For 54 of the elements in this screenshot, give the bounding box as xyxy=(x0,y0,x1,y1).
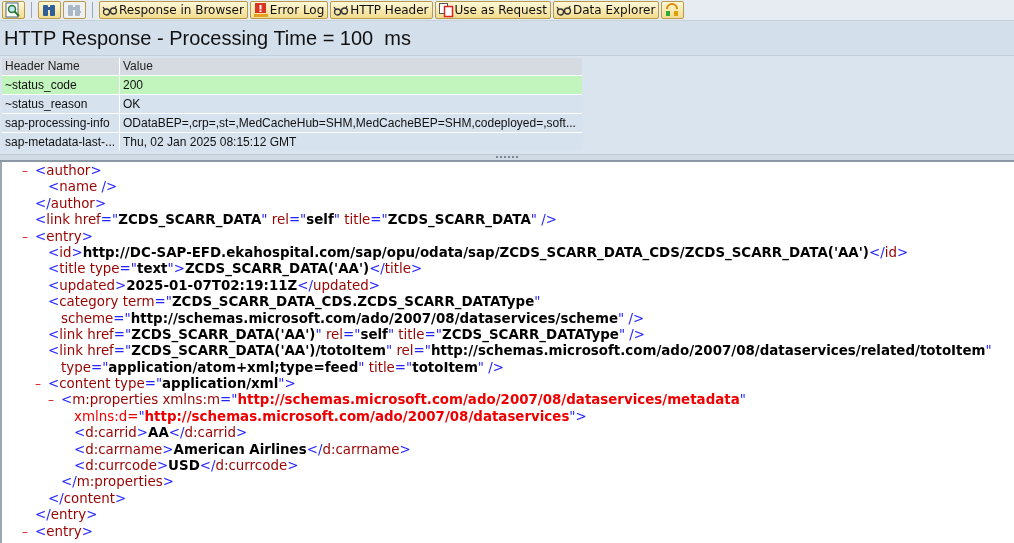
xml-line: scheme="http://schemas.microsoft.com/ado/2007/08/dataservices/scheme" /> xyxy=(61,310,645,327)
xml-line: <entry> xyxy=(35,523,93,540)
xml-line: </entry> xyxy=(35,507,98,524)
xml-line: <name /> xyxy=(48,179,118,196)
table-cell[interactable]: Thu, 02 Jan 2025 08:15:12 GMT xyxy=(120,133,582,151)
copy-icon xyxy=(437,2,454,18)
column-header: Value xyxy=(120,58,582,75)
binoculars-icon xyxy=(41,2,57,18)
xml-line: </m:properties> xyxy=(61,474,174,491)
xml-line: <id>http://DC-SAP-EFD.ekahospital.com/sap/opu/odata/sap/ZCDS_SCARR_DATA_CDS/ZCDS_SCARR_DATA('AA')</id> xyxy=(48,244,909,262)
xml-line: <title type="text">ZCDS_SCARR_DATA('AA')</title> xyxy=(48,261,423,278)
column-header: Header Name xyxy=(2,58,119,75)
xml-line: <d:currcode>USD</d:currcode> xyxy=(74,458,299,475)
table-cell[interactable]: ODataBEP=,crp=,st=,MedCacheHub=SHM,MedCacheBEP=SHM,codeployed=,soft... xyxy=(120,114,582,132)
table-cell[interactable]: sap-metadata-last-... xyxy=(2,133,119,151)
xml-line: </content> xyxy=(48,490,127,508)
toolbar-icon-button[interactable] xyxy=(2,1,25,19)
xml-line: <m:properties xmlns:m="http://schemas.microsoft.com/ado/2007/08/dataservices/metadata" xyxy=(61,392,746,409)
toolbar-button[interactable]: HTTP Header xyxy=(330,1,433,19)
toolbar-icon-button[interactable] xyxy=(661,1,685,19)
xml-line: <link href="ZCDS_SCARR_DATA('AA')/totoItem" rel="http://schemas.microsoft.com/ado/2007/08/dataservices/related/totoItem" xyxy=(48,343,992,360)
xml-line: <category term="ZCDS_SCARR_DATA_CDS.ZCDS_SCARR_DATAType" xyxy=(48,294,541,311)
xml-line: <d:carrid>AA</d:carrid> xyxy=(74,425,248,442)
toolbar-button[interactable]: Error Log xyxy=(249,1,329,19)
xml-line: xmlns:d="http://schemas.microsoft.com/ado/2007/08/dataservices"> xyxy=(74,408,587,426)
binoculars-icon xyxy=(66,2,82,18)
xml-line: <link href="ZCDS_SCARR_DATA" rel="self" title="ZCDS_SCARR_DATA" /> xyxy=(35,212,557,229)
grip-icon xyxy=(495,156,519,159)
xml-line: <entry> xyxy=(35,228,93,245)
error-log-icon xyxy=(252,2,269,18)
collapse-toggle[interactable]: – xyxy=(22,523,30,540)
xml-line: <content type="application/xml"> xyxy=(48,376,296,393)
xml-line: <d:carrname>American Airlines</d:carrname> xyxy=(74,441,411,459)
table-cell[interactable]: ~status_code xyxy=(2,76,119,94)
toolbar-icon-button[interactable] xyxy=(38,1,61,19)
collapse-toggle[interactable]: – xyxy=(22,163,30,180)
xml-line: <updated>2025-01-07T02:19:11Z</updated> xyxy=(48,277,380,295)
xml-line: <author> xyxy=(35,163,102,180)
xml-line: <link href="ZCDS_SCARR_DATA('AA')" rel="self" title="ZCDS_SCARR_DATAType" /> xyxy=(48,326,646,344)
xml-line: </author> xyxy=(35,195,107,213)
collapse-toggle[interactable]: – xyxy=(22,228,30,245)
table-cell[interactable]: sap-processing-info xyxy=(2,114,119,132)
splitter[interactable] xyxy=(0,154,1014,162)
table-cell[interactable]: 200 xyxy=(120,76,582,94)
page-title: HTTP Response - Processing Time = 100 ms xyxy=(4,26,411,50)
toolbar-button[interactable]: Response in Browser xyxy=(99,1,248,19)
xml-line: type="application/atom+xml;type=feed" title="totoItem" /> xyxy=(61,359,504,377)
search-icon xyxy=(5,2,21,18)
collapse-toggle[interactable]: – xyxy=(48,392,56,409)
table-cell[interactable]: ~status_reason xyxy=(2,95,119,113)
table-cell[interactable]: OK xyxy=(120,95,582,113)
toolbar-button[interactable]: Data Explorer xyxy=(552,1,660,19)
collapse-toggle[interactable]: – xyxy=(35,376,43,393)
toolbar-button[interactable]: Use as Request xyxy=(434,1,551,19)
